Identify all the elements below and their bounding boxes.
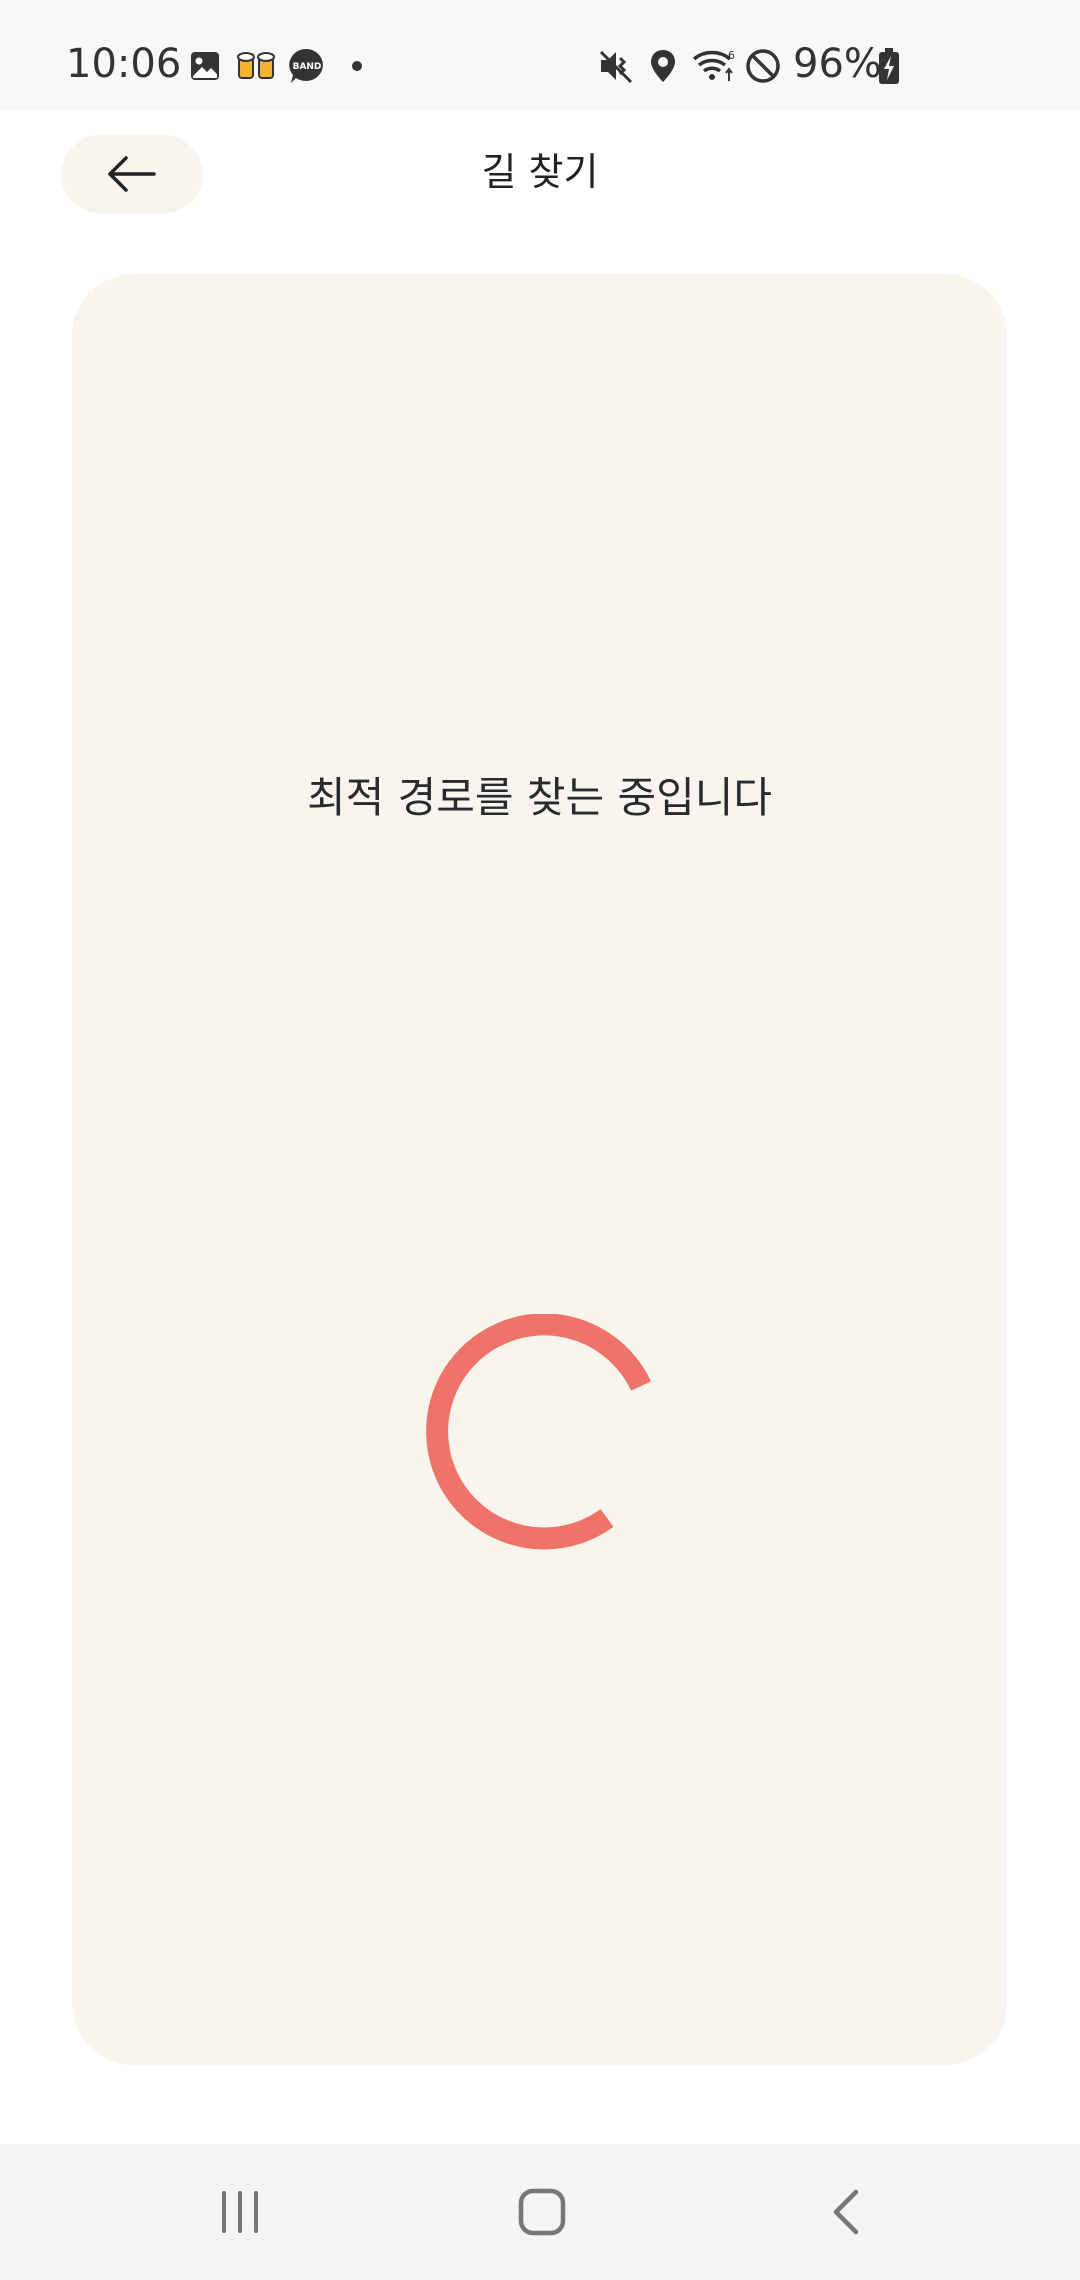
status-time: 10:06 <box>66 41 182 87</box>
loading-card: 최적 경로를 찾는 중입니다 <box>72 274 1007 2065</box>
loading-spinner <box>426 1314 651 1550</box>
status-bar: 10:06 BAND 6 96% <box>0 0 1080 111</box>
recent-apps-icon <box>222 2191 258 2233</box>
back-icon <box>833 2189 859 2235</box>
page-title: 길 찾기 <box>481 150 599 194</box>
band-label: BAND <box>293 62 322 72</box>
image-icon <box>188 46 222 86</box>
home-button[interactable] <box>482 2172 602 2252</box>
location-icon <box>646 46 680 86</box>
nav-back-button[interactable] <box>786 2172 906 2252</box>
home-icon <box>518 2188 566 2236</box>
mute-icon <box>596 46 636 86</box>
block-icon <box>744 46 782 86</box>
screen: 10:06 BAND 6 96% 길 찾기 최적 경로를 찾는 중입니다 <box>0 0 1080 2280</box>
dot-icon <box>350 46 364 86</box>
battery-icon <box>874 46 904 86</box>
loading-message: 최적 경로를 찾는 중입니다 <box>306 773 773 822</box>
header: 길 찾기 <box>0 111 1080 236</box>
beer-icon <box>234 46 278 86</box>
wifi-icon: 6 <box>692 46 736 86</box>
svg-text:6: 6 <box>728 49 735 62</box>
battery-percent: 96% <box>793 41 882 87</box>
recent-apps-button[interactable] <box>180 2172 300 2252</box>
nav-bar <box>0 2144 1080 2280</box>
band-icon: BAND <box>287 46 327 86</box>
